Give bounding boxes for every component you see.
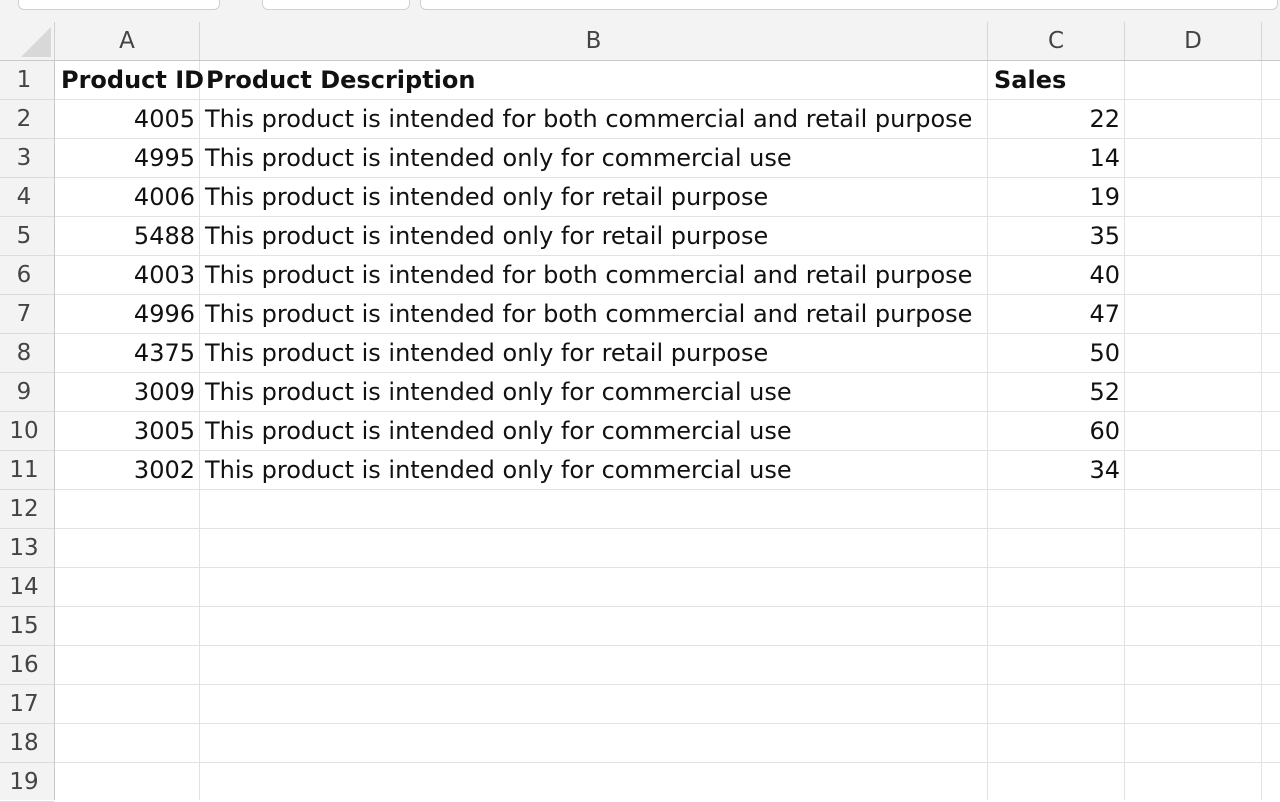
cell-product-description[interactable]: This product is intended for both commer…: [200, 295, 988, 333]
cell-sales[interactable]: 22: [988, 100, 1125, 138]
column-header-d[interactable]: D: [1125, 22, 1262, 60]
gridline: [55, 723, 1280, 724]
row-header-5[interactable]: 5: [0, 217, 54, 256]
cell-product-description[interactable]: This product is intended for both commer…: [200, 100, 988, 138]
cell-product-id[interactable]: 3002: [55, 451, 200, 489]
name-box[interactable]: [18, 0, 220, 10]
gridline: [55, 567, 1280, 568]
header-cell-product-id[interactable]: Product ID: [55, 61, 204, 99]
cell-sales[interactable]: 40: [988, 256, 1125, 294]
cell-sales[interactable]: 34: [988, 451, 1125, 489]
row-header-17[interactable]: 17: [0, 685, 54, 724]
gridline: [1261, 61, 1262, 800]
cell-product-id[interactable]: 4375: [55, 334, 200, 372]
row-header-3[interactable]: 3: [0, 139, 54, 178]
column-header-a[interactable]: A: [55, 22, 200, 60]
row-header-4[interactable]: 4: [0, 178, 54, 217]
column-header-c[interactable]: C: [988, 22, 1125, 60]
gridline: [55, 528, 1280, 529]
window-top-strip: [0, 0, 1280, 22]
cell-product-id[interactable]: 4003: [55, 256, 200, 294]
row-header-7[interactable]: 7: [0, 295, 54, 334]
column-header-row: A B C D: [0, 22, 1280, 61]
cell-product-description[interactable]: This product is intended only for commer…: [200, 451, 988, 489]
gridline: [55, 489, 1280, 490]
row-header-19[interactable]: 19: [0, 763, 54, 802]
formula-bar[interactable]: [420, 0, 1278, 10]
row-header-1[interactable]: 1: [0, 61, 54, 100]
formula-controls[interactable]: [262, 0, 410, 10]
cell-sales[interactable]: 52: [988, 373, 1125, 411]
gridline: [55, 606, 1280, 607]
cell-product-description[interactable]: This product is intended for both commer…: [200, 256, 988, 294]
row-header-9[interactable]: 9: [0, 373, 54, 412]
row-header-16[interactable]: 16: [0, 646, 54, 685]
row-header-10[interactable]: 10: [0, 412, 54, 451]
cell-product-id[interactable]: 3005: [55, 412, 200, 450]
spreadsheet-grid: A B C D 1 2 3 4 5 6 7 8 9 10 11 12 13 14…: [0, 22, 1280, 802]
cell-sales[interactable]: 60: [988, 412, 1125, 450]
row-header-2[interactable]: 2: [0, 100, 54, 139]
cell-sales[interactable]: 47: [988, 295, 1125, 333]
cell-sales[interactable]: 14: [988, 139, 1125, 177]
cell-sales[interactable]: 19: [988, 178, 1125, 216]
select-all-icon: [21, 27, 51, 57]
gridline: [55, 645, 1280, 646]
row-header-15[interactable]: 15: [0, 607, 54, 646]
cell-product-id[interactable]: 4996: [55, 295, 200, 333]
row-header-13[interactable]: 13: [0, 529, 54, 568]
row-header-18[interactable]: 18: [0, 724, 54, 763]
cell-product-id[interactable]: 4005: [55, 100, 200, 138]
cell-product-id[interactable]: 3009: [55, 373, 200, 411]
cell-product-id[interactable]: 4995: [55, 139, 200, 177]
cell-product-description[interactable]: This product is intended only for retail…: [200, 217, 988, 255]
cell-product-id[interactable]: 5488: [55, 217, 200, 255]
row-header-11[interactable]: 11: [0, 451, 54, 490]
gridline: [55, 684, 1280, 685]
cell-product-description[interactable]: This product is intended only for retail…: [200, 334, 988, 372]
select-all-button[interactable]: [0, 22, 55, 60]
column-header-b[interactable]: B: [200, 22, 988, 60]
cell-product-description[interactable]: This product is intended only for retail…: [200, 178, 988, 216]
cell-product-id[interactable]: 4006: [55, 178, 200, 216]
row-header-8[interactable]: 8: [0, 334, 54, 373]
row-header-6[interactable]: 6: [0, 256, 54, 295]
gridline: [55, 762, 1280, 763]
cell-sales[interactable]: 35: [988, 217, 1125, 255]
cell-product-description[interactable]: This product is intended only for commer…: [200, 412, 988, 450]
header-cell-product-description[interactable]: Product Description: [200, 61, 988, 99]
row-header-column: 1 2 3 4 5 6 7 8 9 10 11 12 13 14 15 16 1…: [0, 61, 55, 802]
row-header-12[interactable]: 12: [0, 490, 54, 529]
cell-sales[interactable]: 50: [988, 334, 1125, 372]
row-header-14[interactable]: 14: [0, 568, 54, 607]
cell-product-description[interactable]: This product is intended only for commer…: [200, 139, 988, 177]
header-cell-sales[interactable]: Sales: [988, 61, 1125, 99]
cell-product-description[interactable]: This product is intended only for commer…: [200, 373, 988, 411]
